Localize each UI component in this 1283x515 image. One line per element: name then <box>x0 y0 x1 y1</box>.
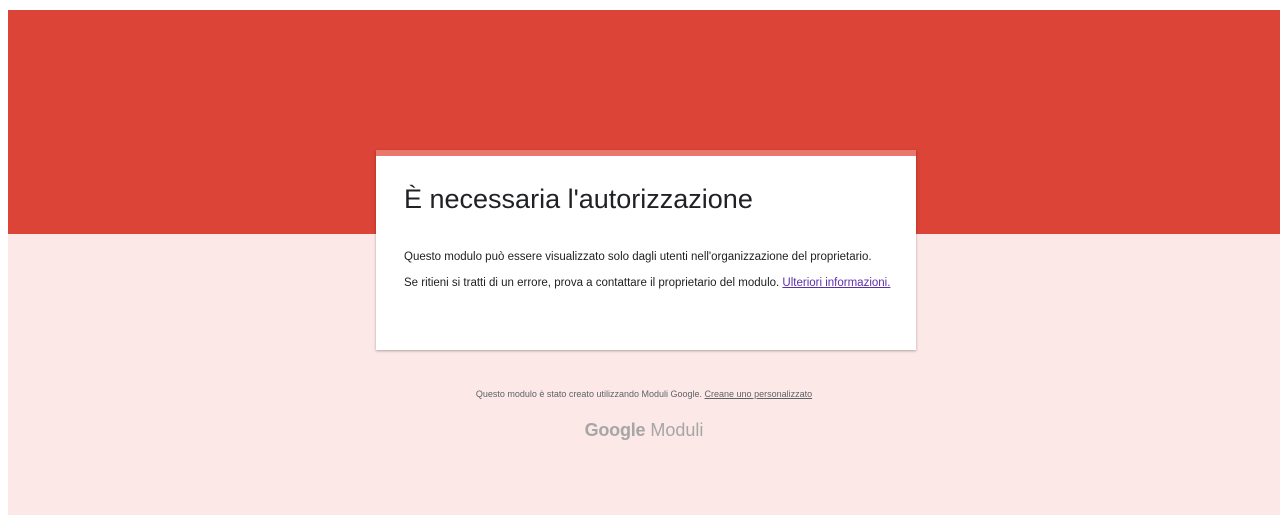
card-accent-bar <box>376 150 916 156</box>
footer-note-text: Questo modulo è stato creato utilizzando… <box>475 389 703 399</box>
authorization-card: È necessaria l'autorizzazione Questo mod… <box>376 150 916 350</box>
contact-owner-message: Se ritieni si tratti di un errore, prova… <box>404 276 894 290</box>
page-title: È necessaria l'autorizzazione <box>404 184 753 214</box>
google-forms-logo[interactable]: Google Moduli <box>8 420 1280 441</box>
footer-note: Questo modulo è stato creato utilizzando… <box>8 389 1280 399</box>
brand-product: Moduli <box>650 420 704 440</box>
page-background: È necessaria l'autorizzazione Questo mod… <box>8 10 1280 515</box>
create-form-link[interactable]: Creane uno personalizzato <box>705 389 813 399</box>
brand-google: Google <box>584 420 646 440</box>
learn-more-link[interactable]: Ulteriori informazioni. <box>782 277 890 289</box>
restriction-message: Questo modulo può essere visualizzato so… <box>404 251 872 263</box>
contact-owner-text: Se ritieni si tratti di un errore, prova… <box>404 277 780 289</box>
